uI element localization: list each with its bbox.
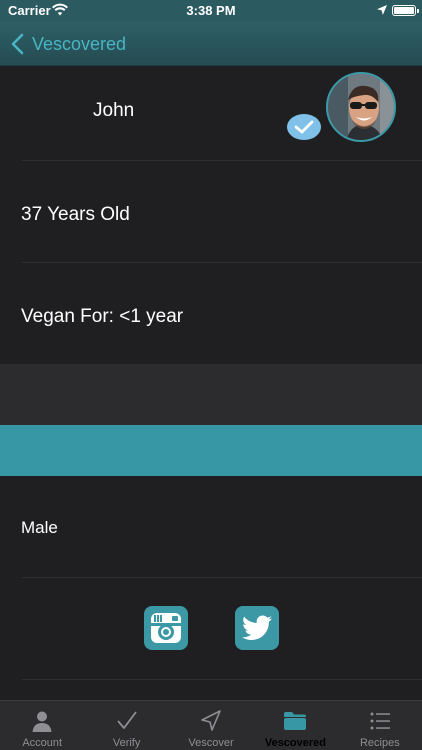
tab-label: Vescover — [188, 737, 234, 749]
location-services-icon — [377, 5, 387, 15]
checkmark-icon — [294, 120, 314, 134]
twitter-button[interactable] — [235, 606, 279, 650]
tab-label: Vescovered — [264, 737, 326, 749]
tab-vescovered[interactable]: Vescovered — [253, 701, 337, 750]
battery-icon — [392, 5, 419, 16]
status-bar: Carrier 3:38 PM — [0, 0, 422, 22]
profile-name: John — [93, 100, 135, 121]
avatar-photo — [328, 74, 394, 140]
tab-label: Account — [22, 737, 63, 749]
divider — [22, 679, 422, 680]
folder-icon — [284, 712, 307, 730]
age-text: 37 Years Old — [21, 204, 130, 225]
avatar — [326, 72, 396, 142]
divider — [22, 160, 422, 161]
accent-band — [0, 425, 422, 476]
clock: 3:38 PM — [186, 3, 236, 18]
vegan-duration-text: Vegan For: <1 year — [21, 306, 184, 327]
tab-label: Verify — [112, 737, 141, 749]
chevron-left-icon — [11, 33, 24, 55]
back-button-label: Vescovered — [32, 33, 127, 54]
divider — [22, 262, 422, 263]
tab-recipes[interactable]: Recipes — [338, 701, 422, 750]
profile-content: John 37 Years Old Vegan For: <1 year Mal… — [0, 66, 422, 700]
instagram-button[interactable] — [144, 606, 188, 650]
tab-account[interactable]: Account — [0, 701, 84, 750]
section-gap — [0, 364, 422, 425]
navigation-bar: Vescovered — [0, 22, 422, 66]
tab-label: Recipes — [359, 737, 400, 749]
verified-badge — [287, 114, 321, 140]
checkmark-icon — [116, 711, 137, 729]
gender-text: Male — [21, 518, 58, 537]
tab-bar: Account Verify Vescover Vescovered Recip… — [0, 700, 422, 750]
instagram-icon — [151, 613, 181, 643]
list-icon — [370, 712, 390, 730]
divider — [22, 577, 422, 578]
tab-vescover[interactable]: Vescover — [169, 701, 253, 750]
twitter-icon — [242, 615, 272, 640]
back-button[interactable]: Vescovered — [10, 30, 126, 58]
location-arrow-icon — [201, 710, 221, 731]
tab-verify[interactable]: Verify — [84, 701, 168, 750]
name-row: John — [0, 66, 422, 160]
person-icon — [32, 711, 52, 732]
